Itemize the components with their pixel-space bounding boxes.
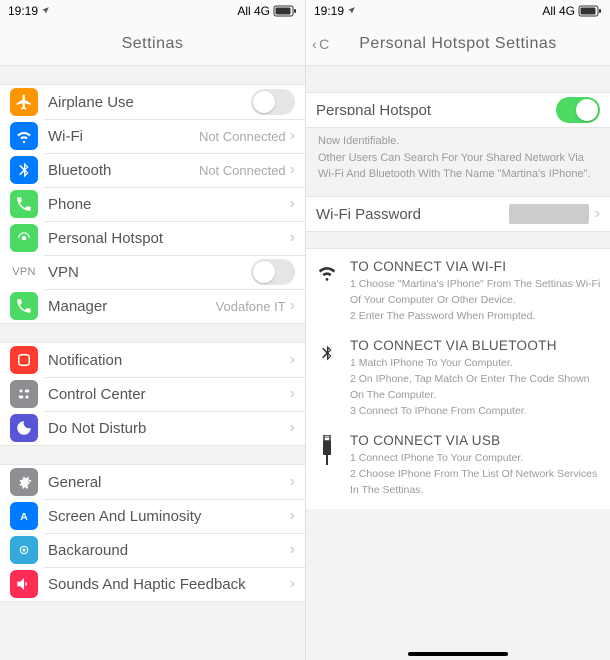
nav-title: ‹ C Personal Hotspot Settinas bbox=[306, 22, 610, 66]
row-vpn[interactable]: VPN VPN bbox=[0, 255, 305, 289]
airplane-icon bbox=[10, 88, 38, 116]
chevron-right-icon: › bbox=[290, 575, 295, 593]
chevron-right-icon: › bbox=[290, 385, 295, 403]
row-wifi[interactable]: Wi-Fi Not Connected › bbox=[0, 119, 305, 153]
wifi-password-value bbox=[509, 204, 589, 224]
manager-icon bbox=[10, 292, 38, 320]
svg-text:A: A bbox=[20, 511, 28, 523]
status-bar: 19:19 All 4G bbox=[0, 0, 305, 22]
phone-icon bbox=[10, 190, 38, 218]
status-network: All 4G bbox=[542, 4, 575, 18]
home-indicator[interactable] bbox=[408, 652, 508, 656]
hotspot-help-text: Now Identifiable. Other Users Can Search… bbox=[306, 128, 610, 192]
row-dnd[interactable]: Do Not Disturb › bbox=[0, 411, 305, 445]
row-control-center[interactable]: Control Center › bbox=[0, 377, 305, 411]
bluetooth-icon bbox=[10, 156, 38, 184]
row-background[interactable]: Backaround › bbox=[0, 533, 305, 567]
row-wifi-password[interactable]: Wi-Fi Password › bbox=[306, 197, 610, 231]
settings-list[interactable]: Airplane Use Wi-Fi Not Connected › Bluet… bbox=[0, 66, 305, 660]
connection-instructions: TO CONNECT VIA WI-FI 1 Choose "Martina's… bbox=[306, 248, 610, 509]
chevron-right-icon: › bbox=[290, 419, 295, 437]
row-hotspot[interactable]: Personal Hotspot › bbox=[0, 221, 305, 255]
row-general[interactable]: General › bbox=[0, 465, 305, 499]
general-icon bbox=[10, 468, 38, 496]
wifi-icon bbox=[314, 259, 340, 283]
hotspot-pane: 19:19 All 4G ‹ C Personal Hotspot Settin… bbox=[305, 0, 610, 660]
hotspot-icon bbox=[10, 224, 38, 252]
row-personal-hotspot-toggle[interactable]: Persɒnal Hotspot bbox=[306, 93, 610, 127]
usb-icon bbox=[314, 433, 340, 465]
notification-icon bbox=[10, 346, 38, 374]
airplane-toggle[interactable] bbox=[251, 89, 295, 115]
row-phone[interactable]: Phone › bbox=[0, 187, 305, 221]
battery-icon bbox=[273, 5, 297, 17]
back-button[interactable]: ‹ C bbox=[312, 36, 330, 52]
hotspot-toggle[interactable] bbox=[556, 97, 600, 123]
dnd-icon bbox=[10, 414, 38, 442]
vpn-toggle[interactable] bbox=[251, 259, 295, 285]
chevron-right-icon: › bbox=[290, 195, 295, 213]
chevron-right-icon: › bbox=[290, 473, 295, 491]
sounds-icon bbox=[10, 570, 38, 598]
status-network: All 4G bbox=[237, 4, 270, 18]
bluetooth-icon bbox=[314, 338, 340, 366]
chevron-right-icon: › bbox=[595, 205, 600, 223]
row-sounds[interactable]: Sounds And Haptic Feedback › bbox=[0, 567, 305, 601]
row-screen[interactable]: A Screen And Luminosity › bbox=[0, 499, 305, 533]
settings-pane: 19:19 All 4G Settinas Airplane Use Wi-Fi… bbox=[0, 0, 305, 660]
status-bar: 19:19 All 4G bbox=[306, 0, 610, 22]
background-icon bbox=[10, 536, 38, 564]
chevron-left-icon: ‹ bbox=[312, 36, 317, 52]
chevron-right-icon: › bbox=[290, 351, 295, 369]
row-manager[interactable]: Manager Vodafone IT › bbox=[0, 289, 305, 323]
location-icon bbox=[41, 4, 50, 18]
status-time: 19:19 bbox=[8, 4, 38, 18]
wifi-icon bbox=[10, 122, 38, 150]
chevron-right-icon: › bbox=[290, 297, 295, 315]
status-time: 19:19 bbox=[314, 4, 344, 18]
chevron-right-icon: › bbox=[290, 541, 295, 559]
control-center-icon bbox=[10, 380, 38, 408]
row-airplane[interactable]: Airplane Use bbox=[0, 85, 305, 119]
vpn-icon: VPN bbox=[10, 266, 38, 278]
battery-icon bbox=[578, 5, 602, 17]
display-icon: A bbox=[10, 502, 38, 530]
location-icon bbox=[347, 4, 356, 18]
chevron-right-icon: › bbox=[290, 507, 295, 525]
chevron-right-icon: › bbox=[290, 161, 295, 179]
nav-title: Settinas bbox=[0, 22, 305, 66]
row-bluetooth[interactable]: Bluetooth Not Connected › bbox=[0, 153, 305, 187]
chevron-right-icon: › bbox=[290, 127, 295, 145]
row-notification[interactable]: Notification › bbox=[0, 343, 305, 377]
chevron-right-icon: › bbox=[290, 229, 295, 247]
